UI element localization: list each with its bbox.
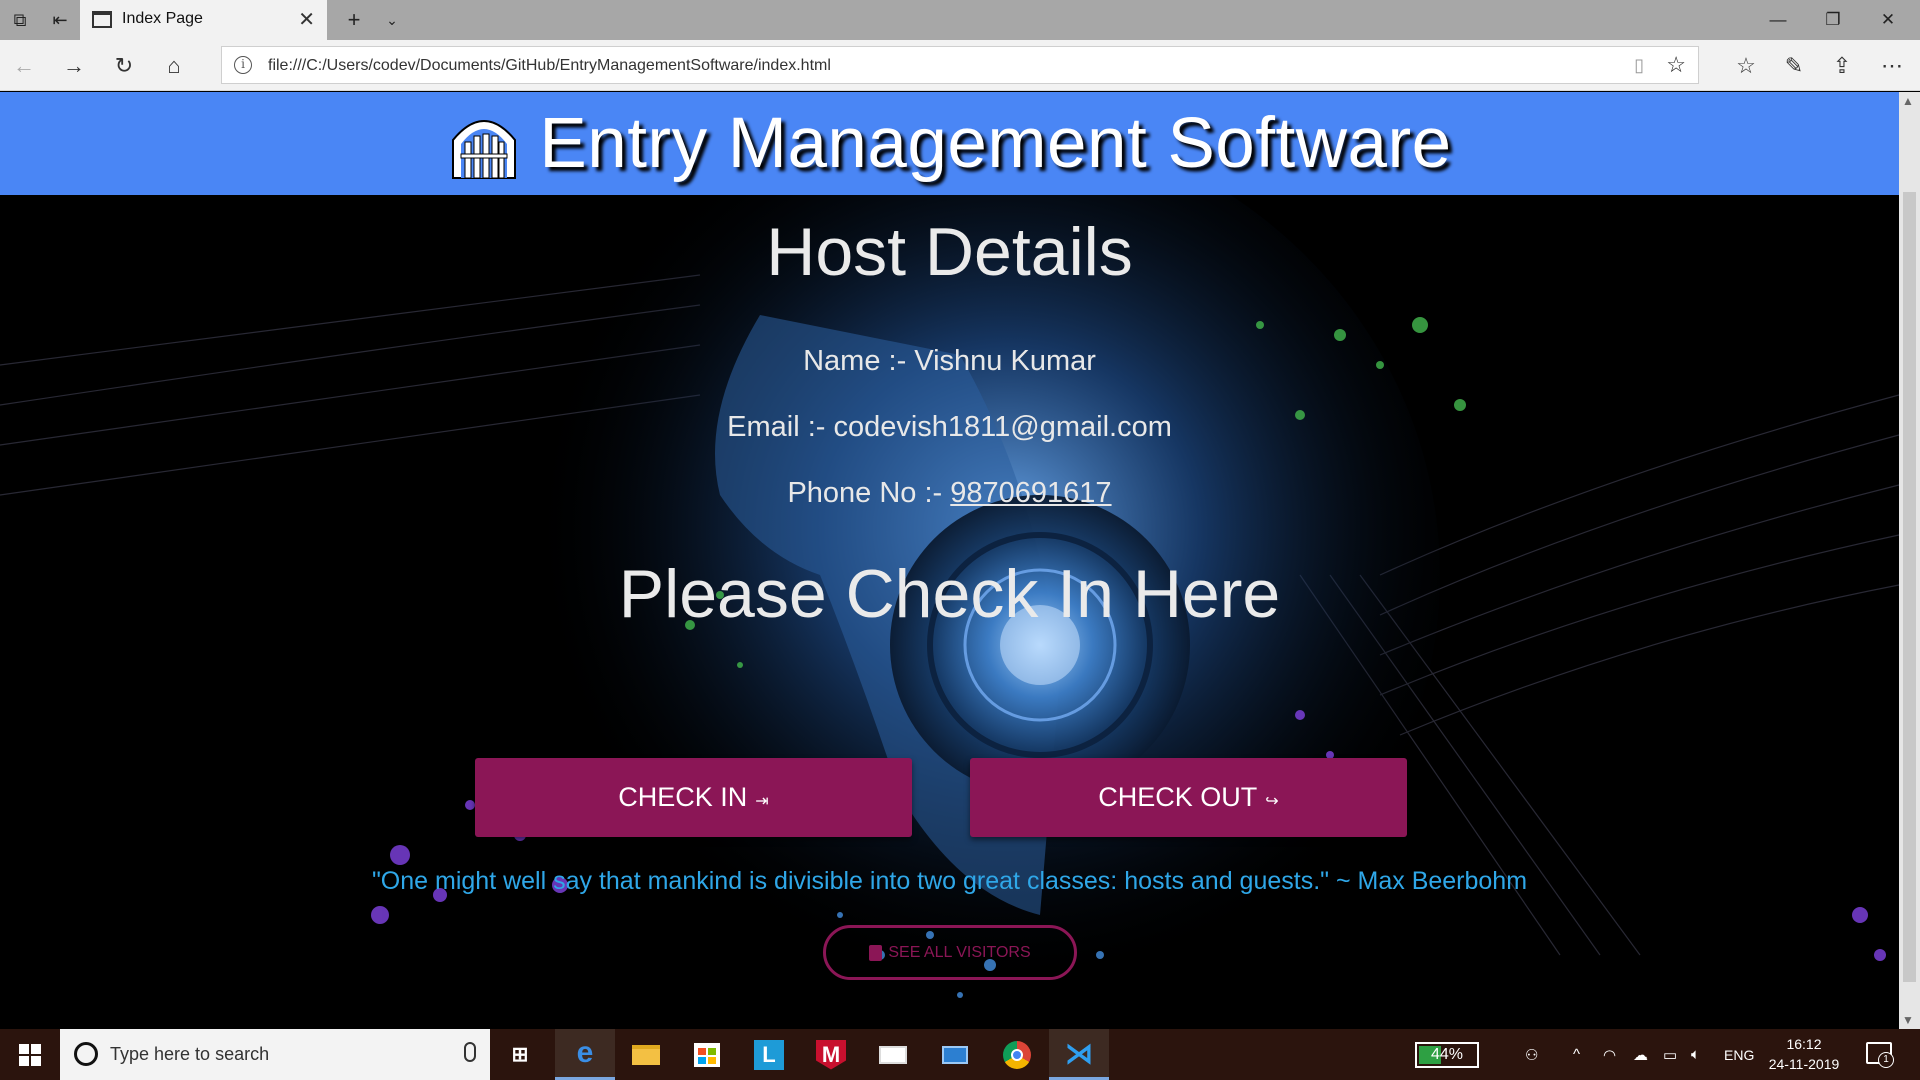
- host-phone-label: Phone No :-: [787, 477, 951, 509]
- check-out-label: CHECK OUT: [1098, 782, 1258, 812]
- site-info-icon[interactable]: i: [234, 56, 252, 74]
- taskbar-file-explorer[interactable]: [616, 1029, 676, 1080]
- folder-icon: [631, 1040, 661, 1070]
- url-text[interactable]: file:///C:/Users/codev/Documents/GitHub/…: [268, 57, 831, 75]
- restore-icon[interactable]: ❐: [1813, 6, 1853, 34]
- tab-actions-icon[interactable]: ⧉: [6, 6, 34, 34]
- edge-icon: e: [576, 1036, 594, 1069]
- chrome-icon: [1002, 1040, 1032, 1070]
- remote-desktop-icon: [940, 1040, 970, 1070]
- vscode-icon: ⋊: [1065, 1037, 1093, 1069]
- search-placeholder: Type here to search: [110, 1044, 270, 1064]
- address-bar[interactable]: i file:///C:/Users/codev/Documents/GitHu…: [221, 46, 1699, 84]
- site-title: Entry Management Software: [539, 104, 1452, 183]
- refresh-icon[interactable]: ↻: [108, 50, 140, 82]
- taskbar-mcafee[interactable]: M: [801, 1029, 861, 1080]
- check-out-button[interactable]: CHECK OUT ↪: [970, 758, 1407, 837]
- host-email-line: Email :- codevish1811@gmail.com: [0, 411, 1899, 444]
- taskbar-rdp[interactable]: [925, 1029, 985, 1080]
- clock-time: 16:12: [1786, 1036, 1822, 1052]
- browser-nav-bar: ← → ↻ ⌂ i file:///C:/Users/codev/Documen…: [0, 40, 1920, 91]
- scroll-thumb[interactable]: [1903, 192, 1916, 982]
- see-all-visitors-label: SEE ALL VISITORS: [888, 943, 1031, 961]
- clock-date: 24-11-2019: [1768, 1056, 1840, 1072]
- taskbar-chrome[interactable]: [987, 1029, 1047, 1080]
- microphone-icon[interactable]: [464, 1042, 476, 1062]
- gate-logo-icon: [452, 119, 517, 179]
- task-view-icon: ⊞: [511, 1044, 529, 1066]
- back-icon[interactable]: ←: [8, 50, 40, 82]
- taskbar-search-box[interactable]: Type here to search: [60, 1029, 490, 1080]
- l-app-icon: L: [754, 1039, 784, 1070]
- power-icon[interactable]: ▭: [1663, 1029, 1677, 1080]
- taskbar-store[interactable]: [677, 1029, 737, 1080]
- sign-in-icon: ⇥: [755, 792, 769, 810]
- battery-indicator[interactable]: 44%: [1415, 1042, 1479, 1068]
- host-name-line: Name :- Vishnu Kumar: [0, 345, 1899, 378]
- show-hidden-icons-chevron-icon[interactable]: ^: [1573, 1029, 1580, 1080]
- site-header: Entry Management Software: [0, 92, 1899, 195]
- host-quote: "One might well say that mankind is divi…: [371, 867, 1528, 895]
- cortana-icon: [74, 1042, 98, 1066]
- minimize-icon[interactable]: —: [1758, 6, 1798, 34]
- set-aside-tabs-icon[interactable]: ⇤: [46, 6, 74, 34]
- people-icon[interactable]: ⚇: [1525, 1029, 1538, 1080]
- host-email-label: Email :-: [727, 411, 834, 443]
- scroll-down-icon[interactable]: ▼: [1902, 1013, 1914, 1027]
- windows-logo-icon: [19, 1043, 41, 1066]
- host-details-heading: Host Details: [766, 214, 1133, 290]
- favorite-star-icon[interactable]: ☆: [1666, 52, 1686, 78]
- page-favicon-icon: [92, 11, 112, 28]
- store-icon: [692, 1040, 722, 1070]
- host-phone-line: Phone No :- 9870691617: [0, 477, 1899, 510]
- browser-tab-bar: ⧉ ⇤ Index Page ✕ + ⌄ — ❐ ✕: [0, 0, 1920, 40]
- page-scrollbar[interactable]: ▲ ▼: [1899, 92, 1920, 1029]
- mcafee-shield-icon: M: [816, 1039, 846, 1070]
- action-center-icon[interactable]: 1: [1866, 1042, 1894, 1068]
- tab-title: Index Page: [122, 10, 203, 27]
- taskbar-l-app[interactable]: L: [739, 1029, 799, 1080]
- check-in-heading: Please Check In Here: [618, 556, 1281, 632]
- host-name: Vishnu Kumar: [914, 345, 1096, 377]
- taskbar-mail[interactable]: [863, 1029, 923, 1080]
- start-button[interactable]: [0, 1029, 60, 1080]
- notification-count: 1: [1878, 1052, 1894, 1068]
- tab-index-page[interactable]: Index Page ✕: [80, 0, 327, 40]
- forward-icon[interactable]: →: [58, 50, 90, 82]
- host-name-label: Name :-: [803, 345, 915, 377]
- page-viewport: Entry Management Software Host Details N…: [0, 92, 1899, 1029]
- close-window-icon[interactable]: ✕: [1868, 6, 1908, 34]
- see-all-visitors-button[interactable]: SEE ALL VISITORS: [823, 925, 1077, 980]
- home-icon[interactable]: ⌂: [158, 50, 190, 82]
- host-email: codevish1811@gmail.com: [833, 411, 1172, 443]
- share-icon[interactable]: ⇪: [1826, 50, 1858, 82]
- new-tab-icon[interactable]: +: [340, 6, 368, 34]
- tab-preview-chevron-icon[interactable]: ⌄: [378, 6, 406, 34]
- add-notes-icon[interactable]: ✎: [1778, 50, 1810, 82]
- scroll-up-icon[interactable]: ▲: [1902, 94, 1914, 108]
- language-indicator[interactable]: ENG: [1724, 1029, 1754, 1080]
- tab-close-icon[interactable]: ✕: [298, 7, 315, 32]
- check-in-label: CHECK IN: [618, 782, 748, 812]
- battery-percent: 44%: [1430, 1046, 1464, 1063]
- host-phone-link[interactable]: 9870691617: [950, 477, 1111, 509]
- wifi-icon[interactable]: ◠: [1603, 1029, 1616, 1080]
- reading-view-icon[interactable]: ▯: [1634, 55, 1644, 76]
- taskbar-vscode[interactable]: ⋊: [1049, 1029, 1109, 1080]
- task-view-button[interactable]: ⊞: [490, 1029, 550, 1080]
- sign-out-icon: ↪: [1265, 792, 1279, 810]
- taskbar-edge[interactable]: e: [555, 1029, 615, 1080]
- favorites-list-icon[interactable]: ☆: [1730, 50, 1762, 82]
- windows-taskbar: Type here to search ⊞ e L M ⋊ 44% ⚇ ^ ◠ …: [0, 1029, 1920, 1080]
- system-clock[interactable]: 16:12 24-11-2019: [1764, 1034, 1844, 1074]
- book-icon: [869, 944, 883, 961]
- mail-icon: [878, 1040, 908, 1070]
- onedrive-cloud-icon[interactable]: ☁: [1633, 1029, 1648, 1080]
- check-in-button[interactable]: CHECK IN ⇥: [475, 758, 912, 837]
- more-menu-icon[interactable]: ⋯: [1876, 50, 1908, 82]
- volume-icon[interactable]: 🔈︎: [1691, 1029, 1700, 1080]
